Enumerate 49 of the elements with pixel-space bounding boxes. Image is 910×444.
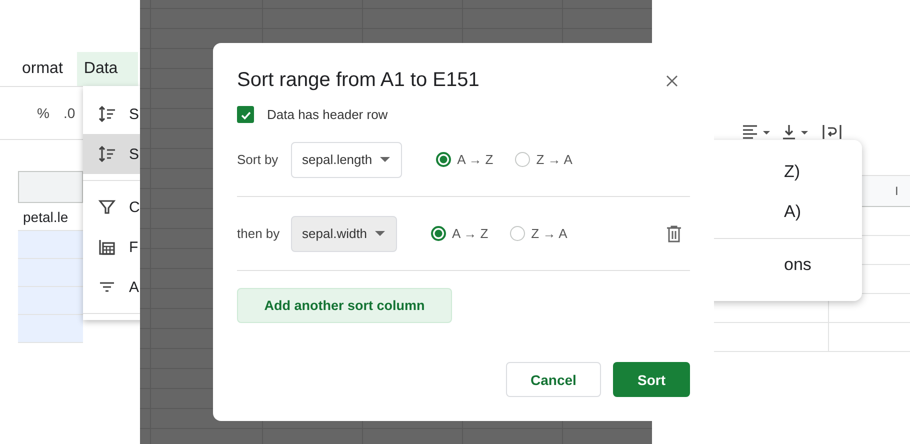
align-icon[interactable] bbox=[742, 124, 772, 140]
toolbar-button[interactable]: .0 bbox=[63, 105, 76, 121]
table-cell bbox=[18, 259, 83, 287]
add-sort-column-button[interactable]: Add another sort column bbox=[237, 288, 452, 323]
menu-item[interactable]: S bbox=[83, 94, 140, 134]
caret-icon bbox=[380, 157, 390, 162]
menu-item[interactable]: A bbox=[83, 267, 140, 307]
radio-button[interactable] bbox=[510, 226, 526, 241]
radio-option[interactable]: A → Z bbox=[431, 226, 488, 241]
radio-button[interactable] bbox=[436, 152, 452, 167]
sort-button[interactable]: Sort bbox=[613, 362, 690, 397]
radio-button[interactable] bbox=[431, 226, 446, 241]
sort-icon bbox=[97, 144, 117, 164]
close-icon[interactable] bbox=[666, 74, 678, 86]
text-wrap-icon[interactable] bbox=[822, 124, 842, 140]
trash-icon[interactable] bbox=[666, 224, 682, 242]
filter-icon bbox=[97, 197, 117, 217]
caret-icon bbox=[375, 231, 386, 236]
toolbar-button[interactable]: % bbox=[37, 105, 50, 121]
radio-label: A → Z bbox=[457, 152, 494, 167]
menu-item[interactable]: ormat bbox=[22, 52, 69, 86]
checkbox-label: Data has header row bbox=[267, 107, 388, 122]
radio-option[interactable]: A → Z bbox=[436, 152, 494, 167]
sort-label: Sort by bbox=[237, 152, 280, 167]
dialog-title: Sort range from A1 to E151 bbox=[237, 69, 480, 92]
checkbox[interactable] bbox=[237, 106, 254, 123]
radio-option[interactable]: Z → A bbox=[515, 152, 572, 167]
menu-item[interactable]: S bbox=[83, 134, 140, 174]
menu-item[interactable]: F bbox=[83, 227, 140, 267]
column-dropdown[interactable]: sepal.length bbox=[291, 142, 402, 178]
menu-item[interactable]: A) bbox=[784, 202, 801, 222]
radio-option[interactable]: Z → A bbox=[510, 226, 568, 241]
menu-item[interactable]: Z) bbox=[784, 162, 800, 182]
grid-icon bbox=[97, 237, 117, 257]
column-dropdown[interactable]: sepal.width bbox=[291, 216, 398, 252]
column-header: I bbox=[894, 183, 898, 200]
column-header bbox=[18, 171, 83, 203]
table-cell bbox=[18, 231, 83, 259]
radio-label: Z → A bbox=[536, 152, 572, 167]
menu-item[interactable]: ons bbox=[784, 255, 812, 275]
cancel-button[interactable]: Cancel bbox=[506, 362, 601, 397]
sort-icon bbox=[97, 104, 117, 124]
sort-label: then by bbox=[237, 226, 281, 241]
table-cell bbox=[18, 315, 83, 343]
menu-item[interactable]: C bbox=[83, 187, 140, 227]
menu-item[interactable]: Data bbox=[76, 52, 138, 86]
radio-button[interactable] bbox=[515, 152, 530, 167]
radio-label: A → Z bbox=[452, 226, 488, 241]
radio-label: Z → A bbox=[531, 226, 568, 241]
